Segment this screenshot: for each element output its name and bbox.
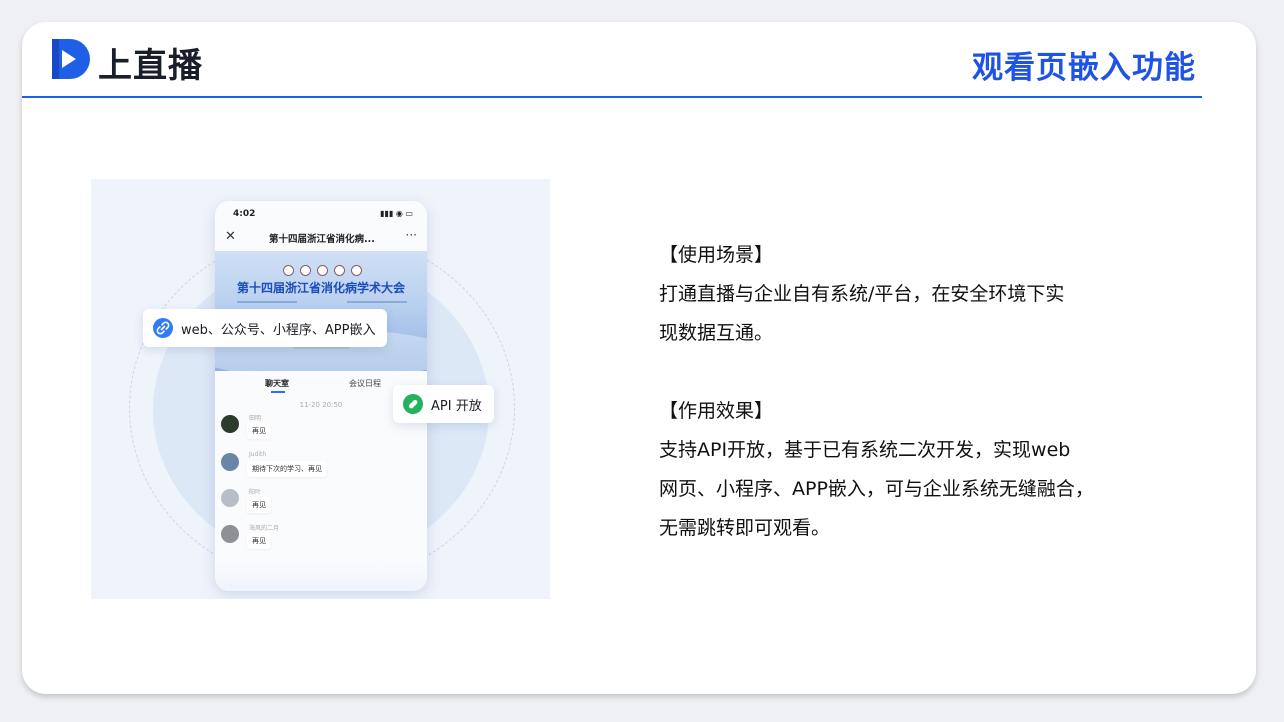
page-title: 观看页嵌入功能 bbox=[972, 50, 1196, 86]
chat-message: Judith 期待下次的学习、再见 bbox=[221, 451, 421, 489]
chat-message: 田明 再见 bbox=[221, 415, 421, 451]
emblem-icon bbox=[317, 265, 328, 276]
emblem-icon bbox=[300, 265, 311, 276]
scene-heading: 【使用场景】 bbox=[659, 244, 774, 266]
phone-mockup-illustration: 4:02 ▮▮▮ ◉ ▭ ✕ 第十四届浙江省消化病... ··· 第十四届浙江省… bbox=[91, 179, 550, 599]
effect-text-line: 网页、小程序、APP嵌入，可与企业系统无缝融合， bbox=[659, 478, 1094, 500]
active-tab-underline bbox=[271, 391, 285, 393]
status-bar: 4:02 ▮▮▮ ◉ ▭ bbox=[215, 201, 427, 227]
tab-agenda[interactable]: 会议日程 bbox=[349, 378, 381, 389]
signal-wifi-battery-icon: ▮▮▮ ◉ ▭ bbox=[380, 209, 413, 218]
chat-sender: 阳叶 bbox=[249, 489, 262, 496]
chat-sender: Judith bbox=[249, 451, 267, 458]
api-badge: API 开放 bbox=[393, 385, 494, 423]
link-icon bbox=[153, 318, 173, 338]
slide-card: 上直播 观看页嵌入功能 4:02 ▮▮▮ ◉ ▭ ✕ 第十四届浙江省消化病...… bbox=[22, 22, 1256, 694]
more-icon[interactable]: ··· bbox=[406, 228, 417, 242]
chat-bubble: 期待下次的学习、再见 bbox=[247, 461, 327, 477]
sponsor-emblems bbox=[283, 261, 373, 276]
chat-bubble: 再见 bbox=[247, 423, 271, 439]
chat-bubble: 再见 bbox=[247, 533, 271, 549]
embed-badge-label: web、公众号、小程序、APP嵌入 bbox=[181, 322, 376, 338]
avatar bbox=[221, 489, 239, 507]
chat-message: 海风的二月 再见 bbox=[221, 525, 421, 561]
avatar bbox=[221, 415, 239, 433]
close-icon[interactable]: ✕ bbox=[225, 229, 236, 244]
brand-logo-icon bbox=[52, 39, 90, 79]
avatar bbox=[221, 525, 239, 543]
effect-heading: 【作用效果】 bbox=[659, 400, 774, 422]
emblem-icon bbox=[283, 265, 294, 276]
capsule-icon bbox=[403, 394, 423, 414]
bottom-fade bbox=[215, 561, 427, 591]
embed-badge: web、公众号、小程序、APP嵌入 bbox=[143, 309, 388, 347]
header: 上直播 观看页嵌入功能 bbox=[22, 22, 1256, 100]
scene-text-line: 现数据互通。 bbox=[659, 322, 774, 344]
avatar bbox=[221, 453, 239, 471]
phone-page-title: 第十四届浙江省消化病... bbox=[269, 234, 375, 245]
chat-message: 阳叶 再见 bbox=[221, 489, 421, 525]
tab-chatroom[interactable]: 聊天室 bbox=[265, 378, 289, 389]
brand-name: 上直播 bbox=[98, 46, 203, 86]
effect-text-line: 支持API开放，基于已有系统二次开发，实现web bbox=[659, 439, 1071, 461]
feature-description: 【使用场景】 打通直播与企业自有系统/平台，在安全环境下实 现数据互通。 【作用… bbox=[659, 236, 1179, 548]
chat-sender: 田明 bbox=[249, 415, 262, 422]
chat-bubble: 再见 bbox=[247, 497, 271, 513]
status-time: 4:02 bbox=[233, 209, 256, 219]
emblem-icon bbox=[351, 265, 362, 276]
scene-text-line: 打通直播与企业自有系统/平台，在安全环境下实 bbox=[659, 283, 1065, 305]
chat-sender: 海风的二月 bbox=[249, 525, 280, 532]
header-divider bbox=[22, 96, 1202, 98]
banner-subtitle-line bbox=[347, 301, 407, 303]
phone-navbar: ✕ 第十四届浙江省消化病... ··· bbox=[215, 227, 427, 251]
banner-subtitle-line bbox=[237, 301, 297, 303]
effect-text-line: 无需跳转即可观看。 bbox=[659, 517, 831, 539]
emblem-icon bbox=[334, 265, 345, 276]
api-badge-label: API 开放 bbox=[431, 398, 482, 414]
banner-title: 第十四届浙江省消化病学术大会 bbox=[236, 281, 405, 295]
